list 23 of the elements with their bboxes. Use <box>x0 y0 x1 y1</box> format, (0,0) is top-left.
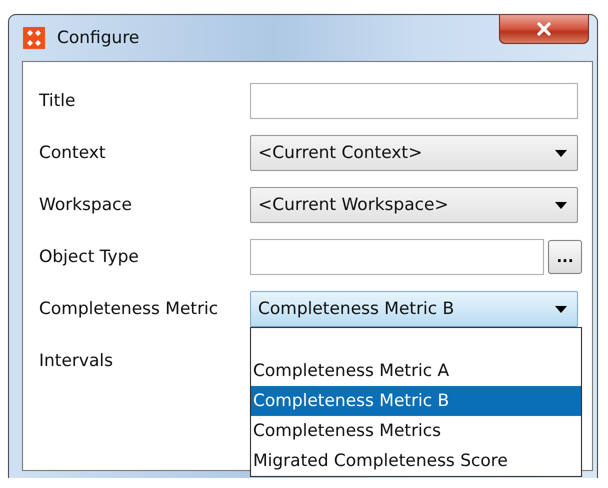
caret-icon <box>555 202 567 208</box>
text-field[interactable] <box>250 239 544 275</box>
close-icon <box>536 22 552 36</box>
field-label: Context <box>39 142 107 165</box>
close-button[interactable] <box>499 14 589 44</box>
window-title: Configure <box>57 28 140 48</box>
dropdown-option[interactable]: Completeness Metric A <box>251 356 581 386</box>
dropdown-field[interactable]: Completeness Metric B <box>250 291 578 327</box>
dropdown-field[interactable]: <Current Workspace> <box>250 187 578 223</box>
dropdown-option[interactable]: Completeness Metrics <box>251 416 581 446</box>
field-label: Intervals <box>39 350 114 373</box>
dropdown-field[interactable]: <Current Context> <box>250 135 578 171</box>
caret-icon <box>555 306 567 312</box>
text-field[interactable] <box>250 83 578 119</box>
field-label: Object Type <box>39 246 140 269</box>
field-label: Completeness Metric <box>39 298 220 321</box>
caret-icon <box>555 150 567 156</box>
dropdown-option[interactable]: Migrated Completeness Score <box>251 446 581 476</box>
browse-button[interactable]: ... <box>548 240 582 274</box>
field-label: Workspace <box>39 194 133 217</box>
dropdown-option[interactable]: Completeness Metric B <box>251 386 581 416</box>
field-label: Title <box>39 90 76 113</box>
app-logo-icon <box>23 27 45 49</box>
